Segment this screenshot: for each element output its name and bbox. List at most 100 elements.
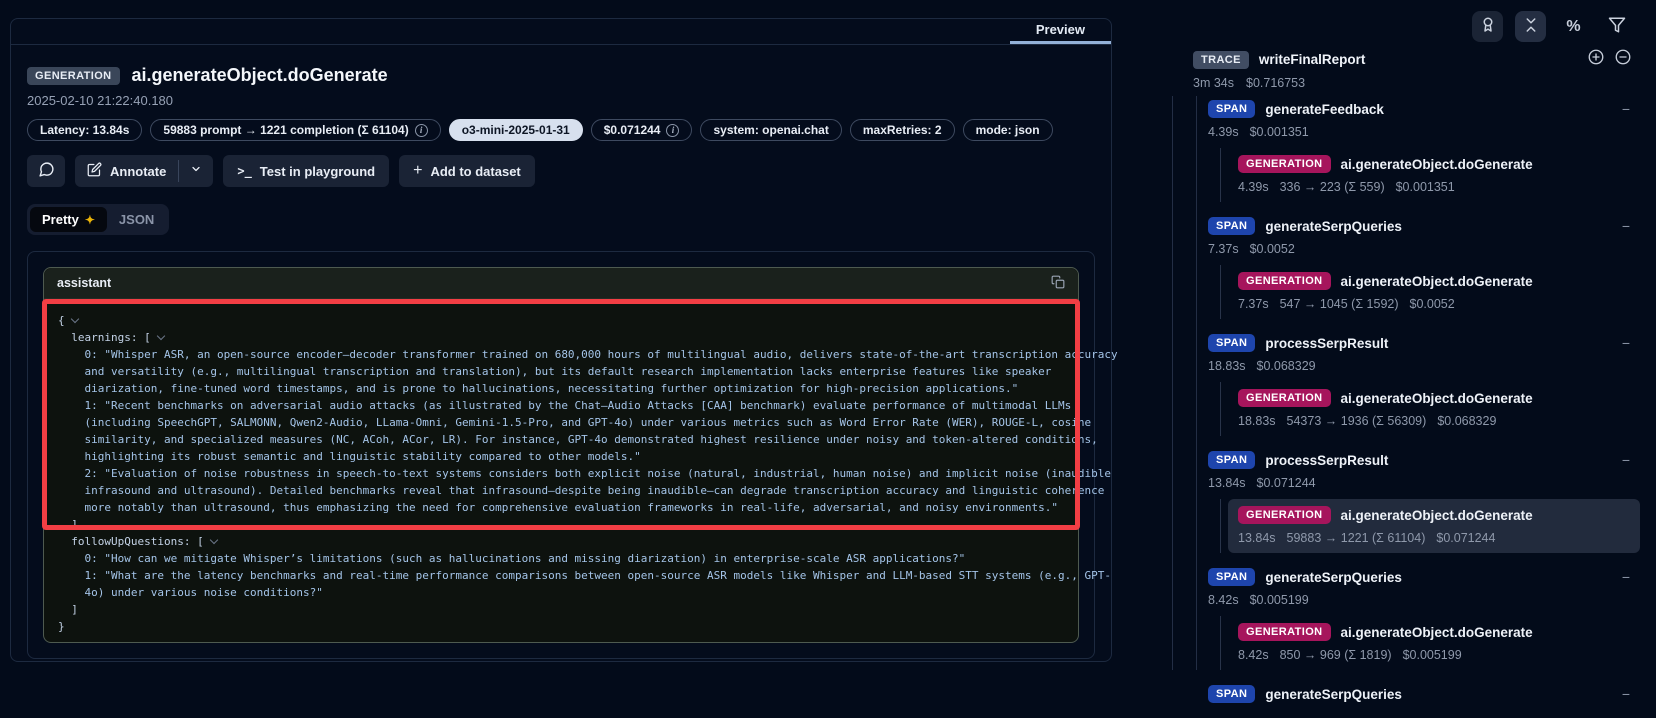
max-retries-pill: maxRetries: 2 xyxy=(850,119,955,141)
span-row[interactable]: SPAN processSerpResult − xyxy=(1208,332,1656,354)
generation-duration: 7.37s xyxy=(1238,297,1269,311)
span-row[interactable]: SPAN generateFeedback − xyxy=(1208,98,1656,120)
test-in-playground-button[interactable]: >_ Test in playground xyxy=(223,155,389,187)
comments-button[interactable] xyxy=(27,155,65,187)
collapse-node-icon[interactable]: − xyxy=(1622,452,1630,468)
observation-panel: Preview GENERATION ai.generateObject.doG… xyxy=(10,18,1112,662)
trace-tree: SPAN generateFeedback − 4.39s $0.001351 … xyxy=(1208,98,1656,718)
collapse-all-button[interactable] xyxy=(1515,11,1546,42)
generation-cost: $0.071244 xyxy=(1436,531,1495,545)
tree-span-item: SPAN processSerpResult − 18.83s $0.06832… xyxy=(1208,332,1656,436)
span-row[interactable]: SPAN generateSerpQueries − xyxy=(1208,683,1656,705)
token-usage-pill: 59883 prompt → 1221 completion (Σ 61104)… xyxy=(150,119,440,141)
chevron-down-icon xyxy=(190,162,202,180)
copy-button[interactable] xyxy=(1051,275,1065,292)
generation-type-badge: GENERATION xyxy=(1238,506,1331,524)
trace-type-badge: TRACE xyxy=(1193,51,1249,69)
span-cost: $0.005199 xyxy=(1250,593,1309,607)
tree-span-item: SPAN generateSerpQueries − xyxy=(1208,683,1656,705)
generation-tokens: 336 → 223 (Σ 559) xyxy=(1280,180,1385,194)
award-badge-icon xyxy=(1479,16,1497,37)
generation-row[interactable]: GENERATION ai.generateObject.doGenerate … xyxy=(1228,265,1640,319)
span-duration: 4.39s xyxy=(1208,125,1239,139)
trace-name[interactable]: writeFinalReport xyxy=(1259,52,1577,67)
mode-pill: mode: json xyxy=(963,119,1053,141)
generation-cost: $0.068329 xyxy=(1437,414,1496,428)
span-duration: 13.84s xyxy=(1208,476,1246,490)
tree-span-item: SPAN generateSerpQueries − 7.37s $0.0052… xyxy=(1208,215,1656,319)
annotate-button[interactable]: Annotate xyxy=(75,155,178,187)
generation-row[interactable]: GENERATION ai.generateObject.doGenerate … xyxy=(1228,148,1640,202)
generation-type-badge: GENERATION xyxy=(1238,272,1331,290)
toggle-json[interactable]: JSON xyxy=(107,207,166,232)
collapse-all-circle-icon[interactable] xyxy=(1614,48,1632,71)
system-pill: system: openai.chat xyxy=(700,119,841,141)
generation-row[interactable]: GENERATION ai.generateObject.doGenerate … xyxy=(1228,382,1640,436)
json-output: { learnings: [ 0: "Whisper ASR, an open-… xyxy=(44,299,1078,665)
observation-type-badge: GENERATION xyxy=(27,67,120,85)
trace-tree-panel: % TRACE writeFinalReport 3m 34s $0.71675… xyxy=(1120,0,1656,670)
collapse-node-icon[interactable]: − xyxy=(1622,101,1630,117)
span-cost: $0.0052 xyxy=(1250,242,1295,256)
generation-cost: $0.005199 xyxy=(1403,648,1462,662)
collapse-node-icon[interactable]: − xyxy=(1622,218,1630,234)
tree-indent-guide xyxy=(1196,96,1197,670)
span-type-badge: SPAN xyxy=(1208,334,1255,352)
generation-type-badge: GENERATION xyxy=(1238,623,1331,641)
tree-span-item: SPAN generateSerpQueries − 8.42s $0.0051… xyxy=(1208,566,1656,670)
span-row[interactable]: SPAN generateSerpQueries − xyxy=(1208,566,1656,588)
tree-span-item: SPAN processSerpResult − 13.84s $0.07124… xyxy=(1208,449,1656,553)
span-duration: 8.42s xyxy=(1208,593,1239,607)
generation-row-selected[interactable]: GENERATION ai.generateObject.doGenerate … xyxy=(1228,499,1640,553)
generation-duration: 13.84s xyxy=(1238,531,1276,545)
percent-icon: % xyxy=(1566,18,1580,36)
sparkles-icon: ✦ xyxy=(85,213,95,227)
expand-all-icon[interactable] xyxy=(1587,48,1605,71)
annotate-split-button: Annotate xyxy=(75,155,213,187)
span-type-badge: SPAN xyxy=(1208,217,1255,235)
tree-span-item: SPAN generateFeedback − 4.39s $0.001351 … xyxy=(1208,98,1656,202)
chevrons-collapse-icon xyxy=(1522,16,1540,37)
generation-tokens: 54373 → 1936 (Σ 56309) xyxy=(1287,414,1427,428)
metrics-toggle-button[interactable]: % xyxy=(1558,11,1589,42)
span-type-badge: SPAN xyxy=(1208,685,1255,703)
generation-duration: 18.83s xyxy=(1238,414,1276,428)
comment-bubble-icon xyxy=(38,161,55,181)
span-row[interactable]: SPAN generateSerpQueries − xyxy=(1208,215,1656,237)
generation-tokens: 547 → 1045 (Σ 1592) xyxy=(1280,297,1399,311)
tab-preview[interactable]: Preview xyxy=(1010,19,1111,44)
assistant-message-card: assistant { learnings: [ 0: "Whisper ASR… xyxy=(43,267,1079,643)
toggle-pretty[interactable]: Pretty✦ xyxy=(30,207,107,232)
filter-button[interactable] xyxy=(1601,11,1632,42)
info-icon[interactable]: i xyxy=(666,124,679,137)
collapse-chevron-icon[interactable] xyxy=(70,315,78,323)
generation-duration: 8.42s xyxy=(1238,648,1269,662)
output-section: assistant { learnings: [ 0: "Whisper ASR… xyxy=(27,251,1095,659)
add-to-dataset-button[interactable]: + Add to dataset xyxy=(399,155,535,187)
generation-tokens: 850 → 969 (Σ 1819) xyxy=(1280,648,1392,662)
span-type-badge: SPAN xyxy=(1208,568,1255,586)
trace-cost: $0.716753 xyxy=(1246,76,1305,90)
collapse-chevron-icon[interactable] xyxy=(156,332,164,340)
filter-funnel-icon xyxy=(1608,16,1626,37)
generation-duration: 4.39s xyxy=(1238,180,1269,194)
span-type-badge: SPAN xyxy=(1208,451,1255,469)
span-duration: 18.83s xyxy=(1208,359,1246,373)
generation-row[interactable]: GENERATION ai.generateObject.doGenerate … xyxy=(1228,616,1640,670)
span-row[interactable]: SPAN processSerpResult − xyxy=(1208,449,1656,471)
collapse-node-icon[interactable]: − xyxy=(1622,569,1630,585)
collapse-chevron-icon[interactable] xyxy=(209,536,217,544)
collapse-node-icon[interactable]: − xyxy=(1622,686,1630,702)
collapse-node-icon[interactable]: − xyxy=(1622,335,1630,351)
span-cost: $0.001351 xyxy=(1250,125,1309,139)
metadata-pills: Latency: 13.84s 59883 prompt → 1221 comp… xyxy=(27,119,1095,141)
annotate-dropdown-button[interactable] xyxy=(179,155,213,187)
span-type-badge: SPAN xyxy=(1208,100,1255,118)
span-cost: $0.068329 xyxy=(1257,359,1316,373)
observation-timestamp: 2025-02-10 21:22:40.180 xyxy=(27,93,1095,108)
info-icon[interactable]: i xyxy=(415,124,428,137)
annotations-button[interactable] xyxy=(1472,11,1503,42)
page-title: ai.generateObject.doGenerate xyxy=(132,65,388,86)
model-pill[interactable]: o3-mini-2025-01-31 xyxy=(449,119,583,141)
span-cost: $0.071244 xyxy=(1257,476,1316,490)
